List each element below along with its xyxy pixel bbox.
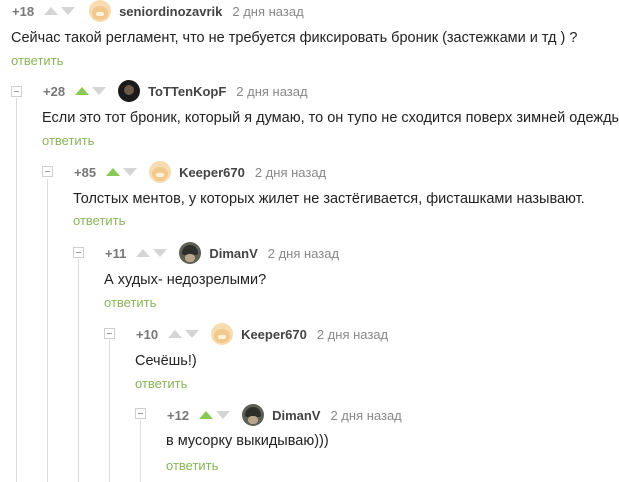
comment-author[interactable]: Keeper670 bbox=[179, 165, 245, 180]
comment-author[interactable]: DimanV bbox=[209, 246, 257, 261]
comment-author[interactable]: seniordinozavrik bbox=[119, 4, 222, 19]
thread-line bbox=[16, 98, 17, 482]
reply-link[interactable]: ответить bbox=[42, 133, 94, 149]
comment-author[interactable]: Keeper670 bbox=[241, 327, 307, 342]
upvote-icon[interactable] bbox=[75, 87, 90, 95]
comment-header: +12 DimanV 2 дня назад bbox=[167, 404, 402, 426]
doge-avatar-icon[interactable] bbox=[89, 0, 112, 22]
thread-line bbox=[140, 420, 141, 482]
comment-text: Если это тот броник, который я думаю, то… bbox=[42, 110, 619, 126]
comment-rating: +28 bbox=[43, 83, 66, 99]
gray-avatar-icon[interactable] bbox=[179, 242, 202, 264]
comment-rating: +12 bbox=[167, 407, 190, 423]
downvote-icon[interactable] bbox=[123, 168, 138, 176]
downvote-icon[interactable] bbox=[61, 7, 76, 15]
comment-text: Толстых ментов, у которых жилет не застё… bbox=[73, 191, 585, 207]
comment-header: +11 DimanV 2 дня назад bbox=[105, 242, 339, 264]
comment-rating: +85 bbox=[74, 164, 97, 180]
reply-link[interactable]: ответить bbox=[166, 458, 218, 474]
comment-rating: +11 bbox=[105, 245, 127, 261]
collapse-thread-button[interactable] bbox=[135, 408, 146, 419]
comment-rating: +18 bbox=[12, 3, 35, 19]
collapse-thread-button[interactable] bbox=[73, 247, 84, 258]
upvote-icon[interactable] bbox=[44, 7, 59, 15]
upvote-icon[interactable] bbox=[168, 330, 183, 338]
comment-text: в мусорку выкидываю))) bbox=[166, 433, 329, 449]
comment-author[interactable]: ToTTenKopF bbox=[148, 84, 226, 99]
reply-link[interactable]: ответить bbox=[73, 213, 125, 229]
doge-avatar-icon[interactable] bbox=[211, 323, 234, 345]
upvote-icon[interactable] bbox=[106, 168, 121, 176]
comment-text: Сейчас такой регламент, что не требуется… bbox=[11, 30, 578, 46]
upvote-icon[interactable] bbox=[136, 249, 151, 257]
thread-line bbox=[78, 259, 79, 482]
downvote-icon[interactable] bbox=[185, 330, 200, 338]
comment-text: Сечёшь!) bbox=[135, 353, 197, 369]
comment-date[interactable]: 2 дня назад bbox=[268, 246, 339, 261]
thread-line bbox=[47, 179, 48, 482]
upvote-icon[interactable] bbox=[199, 411, 214, 419]
gray-avatar-icon[interactable] bbox=[242, 404, 265, 426]
comment-date[interactable]: 2 дня назад bbox=[330, 408, 401, 423]
collapse-thread-button[interactable] bbox=[11, 86, 22, 97]
comment-header: +18 seniordinozavrik 2 дня назад bbox=[12, 0, 304, 22]
comment-header: +28 ToTTenKopF 2 дня назад bbox=[43, 80, 308, 102]
reply-link[interactable]: ответить bbox=[135, 376, 187, 392]
downvote-icon[interactable] bbox=[216, 411, 231, 419]
comment-date[interactable]: 2 дня назад bbox=[236, 84, 307, 99]
comment-header: +85 Keeper670 2 дня назад bbox=[74, 161, 326, 183]
comment-date[interactable]: 2 дня назад bbox=[317, 327, 388, 342]
reply-link[interactable]: ответить bbox=[11, 53, 63, 69]
dark-avatar-icon[interactable] bbox=[118, 80, 141, 102]
doge-avatar-icon[interactable] bbox=[149, 161, 172, 183]
downvote-icon[interactable] bbox=[153, 249, 168, 257]
reply-link[interactable]: ответить bbox=[104, 295, 156, 311]
collapse-thread-button[interactable] bbox=[104, 328, 115, 339]
comment-date[interactable]: 2 дня назад bbox=[232, 4, 303, 19]
comment-text: А худых- недозрелыми? bbox=[104, 272, 267, 288]
collapse-thread-button[interactable] bbox=[42, 166, 53, 177]
comment-date[interactable]: 2 дня назад bbox=[255, 165, 326, 180]
downvote-icon[interactable] bbox=[92, 87, 107, 95]
comment-author[interactable]: DimanV bbox=[272, 408, 320, 423]
thread-line bbox=[109, 340, 110, 482]
comment-rating: +10 bbox=[136, 326, 159, 342]
comment-header: +10 Keeper670 2 дня назад bbox=[136, 323, 388, 345]
